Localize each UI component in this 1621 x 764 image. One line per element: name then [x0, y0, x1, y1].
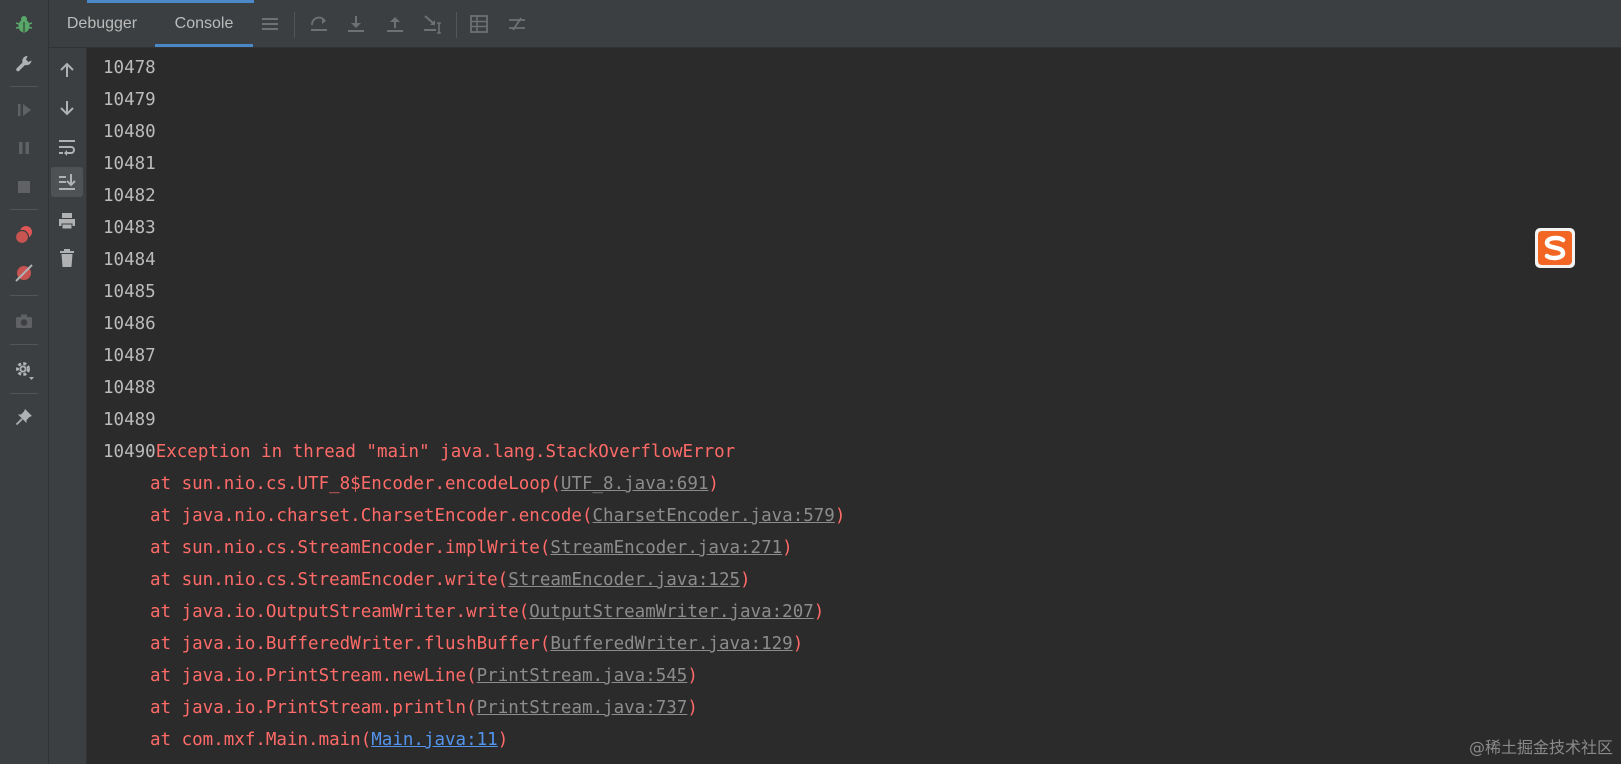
settings-icon[interactable] [9, 355, 39, 385]
exception-line: 10490Exception in thread "main" java.lan… [103, 436, 735, 468]
trace-method: at com.mxf.Main.main( [150, 730, 372, 750]
output-line: 10487 [103, 346, 156, 366]
trace-suffix: ) [813, 602, 825, 622]
trace-method: at sun.nio.cs.StreamEncoder.implWrite( [150, 538, 551, 558]
stack-trace-line: at java.io.PrintStream.newLine(PrintStre… [150, 660, 698, 692]
output-line: 10485 [103, 282, 156, 302]
trace-suffix: ) [792, 634, 804, 654]
bug-icon[interactable] [9, 10, 39, 40]
console-side-toolbar [49, 48, 87, 764]
output-line: 10482 [103, 186, 156, 206]
trash-icon[interactable] [51, 243, 83, 273]
output-line: 10484 [103, 250, 156, 270]
trace-icon[interactable] [505, 12, 529, 36]
pin-icon[interactable] [9, 402, 39, 432]
trace-source-link[interactable]: PrintStream.java:737 [477, 698, 688, 718]
soft-wrap-icon[interactable] [51, 132, 83, 162]
camera-icon[interactable] [9, 306, 39, 336]
resume-icon[interactable] [9, 95, 39, 125]
output-line: 10481 [103, 154, 156, 174]
scroll-to-end-icon[interactable] [51, 167, 83, 197]
exception-message: Exception in thread "main" java.lang.Sta… [155, 442, 736, 462]
output-line: 10486 [103, 314, 156, 334]
stack-trace-line: at java.io.PrintStream.println(PrintStre… [150, 692, 698, 724]
output-line: 10479 [103, 90, 156, 110]
run-to-cursor-icon[interactable] [421, 12, 445, 36]
up-arrow-icon[interactable] [51, 55, 83, 85]
pause-icon[interactable] [9, 133, 39, 163]
layout-menu-icon[interactable] [258, 12, 282, 36]
input-method-logo-icon[interactable] [1535, 228, 1575, 268]
stack-trace-line: at sun.nio.cs.StreamEncoder.write(Stream… [150, 564, 751, 596]
step-into-icon[interactable] [344, 12, 368, 36]
trace-method: at java.io.OutputStreamWriter.write( [150, 602, 530, 622]
output-line-number: 10490 [103, 442, 156, 462]
trace-suffix: ) [497, 730, 509, 750]
trace-source-link[interactable]: BufferedWriter.java:129 [550, 634, 792, 654]
output-line: 10483 [103, 218, 156, 238]
trace-source-link[interactable]: UTF_8.java:691 [561, 474, 709, 494]
trace-source-link[interactable]: StreamEncoder.java:271 [550, 538, 782, 558]
trace-method: at sun.nio.cs.StreamEncoder.write( [150, 570, 509, 590]
trace-method: at java.io.BufferedWriter.flushBuffer( [150, 634, 551, 654]
trace-suffix: ) [740, 570, 751, 590]
tab-debugger[interactable]: Debugger [49, 0, 155, 47]
stack-trace-line: at com.mxf.Main.main(Main.java:11) [150, 724, 508, 756]
evaluate-expression-icon[interactable] [467, 12, 491, 36]
output-line: 10480 [103, 122, 156, 142]
watermark: @稀土掘金技术社区 [1468, 738, 1613, 757]
output-line: 10488 [103, 378, 156, 398]
down-arrow-icon[interactable] [51, 93, 83, 123]
active-panel-accent [87, 0, 254, 3]
active-tab-indicator [155, 44, 253, 47]
stack-trace-line: at sun.nio.cs.UTF_8$Encoder.encodeLoop(U… [150, 468, 719, 500]
trace-source-link[interactable]: Main.java:11 [371, 730, 497, 750]
step-out-icon[interactable] [383, 12, 407, 36]
wrench-icon[interactable] [9, 49, 39, 79]
stack-trace-line: at java.io.OutputStreamWriter.write(Outp… [150, 596, 824, 628]
stack-trace-line: at java.io.BufferedWriter.flushBuffer(Bu… [150, 628, 803, 660]
trace-suffix: ) [708, 474, 719, 494]
stack-trace-line: at sun.nio.cs.StreamEncoder.implWrite(St… [150, 532, 793, 564]
stop-icon[interactable] [9, 172, 39, 202]
trace-source-link[interactable]: PrintStream.java:545 [477, 666, 688, 686]
trace-suffix: ) [834, 506, 846, 526]
debug-tool-window: Debugger Console 10478 10479 10480 10481… [0, 0, 1621, 764]
trace-source-link[interactable]: CharsetEncoder.java:579 [593, 506, 835, 526]
debug-actions-toolbar [0, 0, 49, 764]
trace-method: at java.io.PrintStream.println( [150, 698, 477, 718]
trace-suffix: ) [782, 538, 793, 558]
trace-method: at sun.nio.cs.UTF_8$Encoder.encodeLoop( [150, 474, 561, 494]
print-icon[interactable] [51, 206, 83, 236]
output-line: 10489 [103, 410, 156, 430]
console-output[interactable]: 10478 10479 10480 10481 10482 10483 1048… [87, 48, 1621, 764]
trace-suffix: ) [687, 666, 698, 686]
trace-method: at java.io.PrintStream.newLine( [150, 666, 477, 686]
step-over-icon[interactable] [307, 12, 331, 36]
trace-source-link[interactable]: StreamEncoder.java:125 [508, 570, 740, 590]
trace-source-link[interactable]: OutputStreamWriter.java:207 [529, 602, 813, 622]
trace-suffix: ) [687, 698, 698, 718]
tab-debugger-label: Debugger [66, 14, 138, 32]
output-line: 10478 [103, 58, 156, 78]
tab-console[interactable]: Console [155, 0, 253, 47]
mute-breakpoints-icon[interactable] [9, 258, 39, 288]
stack-trace-line: at java.nio.charset.CharsetEncoder.encod… [150, 500, 845, 532]
debug-tabs-header: Debugger Console [49, 0, 1621, 48]
view-breakpoints-icon[interactable] [9, 220, 39, 250]
trace-method: at java.nio.charset.CharsetEncoder.encod… [150, 506, 593, 526]
tab-console-label: Console [174, 14, 234, 32]
